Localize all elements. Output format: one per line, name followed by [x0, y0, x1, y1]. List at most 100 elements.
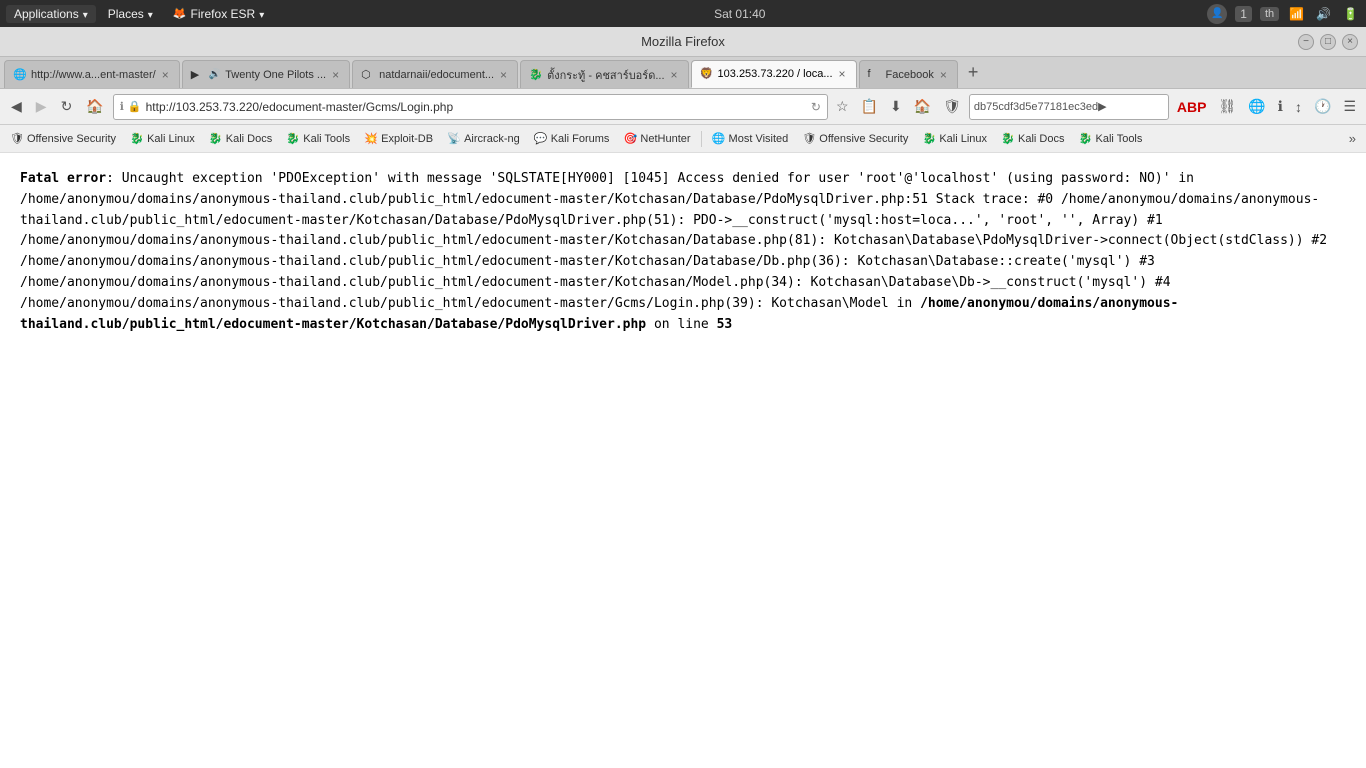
address-input[interactable] — [146, 100, 807, 114]
home-button[interactable]: 🏠 — [81, 95, 108, 118]
user-number: 1 — [1235, 6, 1252, 22]
error-on: on line — [654, 317, 709, 332]
bookmark-star-button[interactable]: ☆ — [832, 96, 853, 117]
extension4-button[interactable]: ↕ — [1291, 97, 1306, 117]
bookmark-icon: 🌐 — [712, 132, 726, 146]
bookmark-icon: 🛡 — [10, 132, 24, 146]
reload-button[interactable]: ↻ — [56, 95, 78, 118]
bookmark-label: Aircrack-ng — [464, 133, 520, 145]
extension3-button[interactable]: 🌐 — [1244, 96, 1269, 117]
tab-close-button[interactable]: × — [330, 67, 341, 83]
bookmark-icon: 🐉 — [130, 132, 144, 146]
info-page-button[interactable]: ℹ — [1274, 96, 1287, 117]
bookmark-item-9[interactable]: 🛡Offensive Security — [796, 130, 914, 148]
bookmark-item-3[interactable]: 🐉Kali Tools — [280, 130, 356, 148]
title-bar: Mozilla Firefox − □ × — [0, 27, 1366, 57]
bookmark-item-1[interactable]: 🐉Kali Linux — [124, 130, 201, 148]
tab-close-button[interactable]: × — [837, 66, 848, 82]
system-datetime: Sat 01:40 — [276, 7, 1203, 21]
bookmark-icon: 🐉 — [1001, 132, 1015, 146]
tab-favicon: ⬡ — [361, 68, 375, 82]
bookmark-icon: 🐉 — [922, 132, 936, 146]
tab-close-button[interactable]: × — [669, 67, 680, 83]
tab-tab4[interactable]: 🐉 ตั้งกระทู้ - คชสาร์บอร์ด... × — [520, 60, 688, 88]
extension2-button[interactable]: ⛓ — [1214, 96, 1240, 117]
bookmarks-more-button[interactable]: » — [1343, 129, 1362, 148]
bookmark-item-8[interactable]: 🌐Most Visited — [706, 130, 795, 148]
bookmark-item-7[interactable]: 🎯NetHunter — [617, 130, 696, 148]
bookmark-item-5[interactable]: 📡Aircrack-ng — [441, 130, 526, 148]
new-tab-button[interactable]: + — [962, 62, 985, 83]
user-badge[interactable]: 👤 — [1207, 4, 1227, 24]
system-bar: Applications Places 🦊 Firefox ESR Sat 01… — [0, 0, 1366, 27]
error-body: : Uncaught exception 'PDOException' with… — [20, 171, 1327, 311]
places-chevron — [148, 7, 153, 21]
tab-label: 103.253.73.220 / loca... — [718, 68, 833, 80]
bookmark-icon: 💥 — [364, 132, 378, 146]
bookmarks-separator — [701, 131, 702, 147]
bookmark-label: Kali Linux — [939, 133, 987, 145]
lock-icon: 🔒 — [128, 100, 142, 113]
bookmark-label: Offensive Security — [27, 133, 116, 145]
tab-favicon: ▶ — [191, 68, 205, 82]
tab-tab5[interactable]: 🦁 103.253.73.220 / loca... × — [691, 60, 857, 88]
back-button[interactable]: ◀ — [6, 95, 27, 118]
maximize-button[interactable]: □ — [1320, 34, 1336, 50]
bookmark-item-12[interactable]: 🐉Kali Tools — [1073, 130, 1149, 148]
info-icon: ℹ — [120, 100, 124, 113]
applications-menu[interactable]: Applications — [6, 5, 96, 23]
adblock-button[interactable]: ABP — [1173, 97, 1211, 117]
tab-close-button[interactable]: × — [938, 67, 949, 83]
bookmark-icon: 🐉 — [286, 132, 300, 146]
error-label: Fatal error — [20, 171, 106, 186]
extension-button[interactable]: 🏠 — [910, 96, 935, 117]
bookmark-icon: 💬 — [534, 132, 548, 146]
bookmark-label: Offensive Security — [819, 133, 908, 145]
places-menu[interactable]: Places — [100, 5, 161, 23]
address-bar[interactable]: ℹ 🔒 ↻ — [113, 94, 828, 120]
bookmark-item-4[interactable]: 💥Exploit-DB — [358, 130, 439, 148]
bookmark-icon: 🎯 — [623, 132, 637, 146]
bookmark-label: Kali Linux — [147, 133, 195, 145]
menu-button[interactable]: ☰ — [1339, 96, 1360, 117]
bookmark-item-10[interactable]: 🐉Kali Linux — [916, 130, 993, 148]
second-address-text: db75cdf3d5e77181ec3ed▶ — [974, 100, 1107, 113]
reload-small-icon[interactable]: ↻ — [811, 100, 821, 114]
close-button[interactable]: × — [1342, 34, 1358, 50]
tab-close-button[interactable]: × — [498, 67, 509, 83]
bookmarks-bar: 🛡Offensive Security🐉Kali Linux🐉Kali Docs… — [0, 125, 1366, 153]
bookmark-item-11[interactable]: 🐉Kali Docs — [995, 130, 1070, 148]
screenshot-button[interactable]: 📋 — [857, 96, 882, 117]
clock-button[interactable]: 🕐 — [1310, 96, 1335, 117]
bookmark-label: Most Visited — [729, 133, 789, 145]
bookmark-item-0[interactable]: 🛡Offensive Security — [4, 130, 122, 148]
bookmark-item-2[interactable]: 🐉Kali Docs — [203, 130, 278, 148]
firefox-menu[interactable]: 🦊 Firefox ESR — [165, 5, 272, 23]
shield-button[interactable]: 🛡 — [939, 96, 965, 117]
download-button[interactable]: ⬇ — [886, 96, 906, 117]
forward-button[interactable]: ▶ — [31, 95, 52, 118]
bookmark-icon: 🛡 — [802, 132, 816, 146]
tab-tab3[interactable]: ⬡ natdarnaii/edocument... × — [352, 60, 518, 88]
bookmark-label: Kali Docs — [1018, 133, 1064, 145]
minimize-button[interactable]: − — [1298, 34, 1314, 50]
system-tray: 👤 1 th 📶 🔊 🔋 — [1207, 4, 1360, 24]
tab-tab1[interactable]: 🌐 http://www.a...ent-master/ × — [4, 60, 180, 88]
tab-favicon: 🌐 — [13, 68, 27, 82]
language-badge[interactable]: th — [1260, 7, 1279, 21]
tab-tab6[interactable]: f Facebook × — [859, 60, 958, 88]
tab-label: http://www.a...ent-master/ — [31, 69, 156, 81]
tab-audio-icon: 🔊 — [209, 69, 221, 80]
bookmark-icon: 📡 — [447, 132, 461, 146]
battery-icon: 🔋 — [1341, 5, 1360, 23]
second-address-bar[interactable]: db75cdf3d5e77181ec3ed▶ — [969, 94, 1169, 120]
bookmark-item-6[interactable]: 💬Kali Forums — [528, 130, 616, 148]
bookmark-icon: 🐉 — [209, 132, 223, 146]
nav-bar: ◀ ▶ ↻ 🏠 ℹ 🔒 ↻ ☆ 📋 ⬇ 🏠 🛡 db75cdf3d5e77181… — [0, 89, 1366, 125]
bookmark-label: Kali Tools — [1096, 133, 1143, 145]
error-message: Fatal error: Uncaught exception 'PDOExce… — [20, 169, 1346, 335]
tab-favicon: 🦁 — [700, 67, 714, 81]
page-content: Fatal error: Uncaught exception 'PDOExce… — [0, 153, 1366, 768]
tab-tab2[interactable]: ▶ 🔊 Twenty One Pilots ... × — [182, 60, 350, 88]
tab-close-button[interactable]: × — [160, 67, 171, 83]
